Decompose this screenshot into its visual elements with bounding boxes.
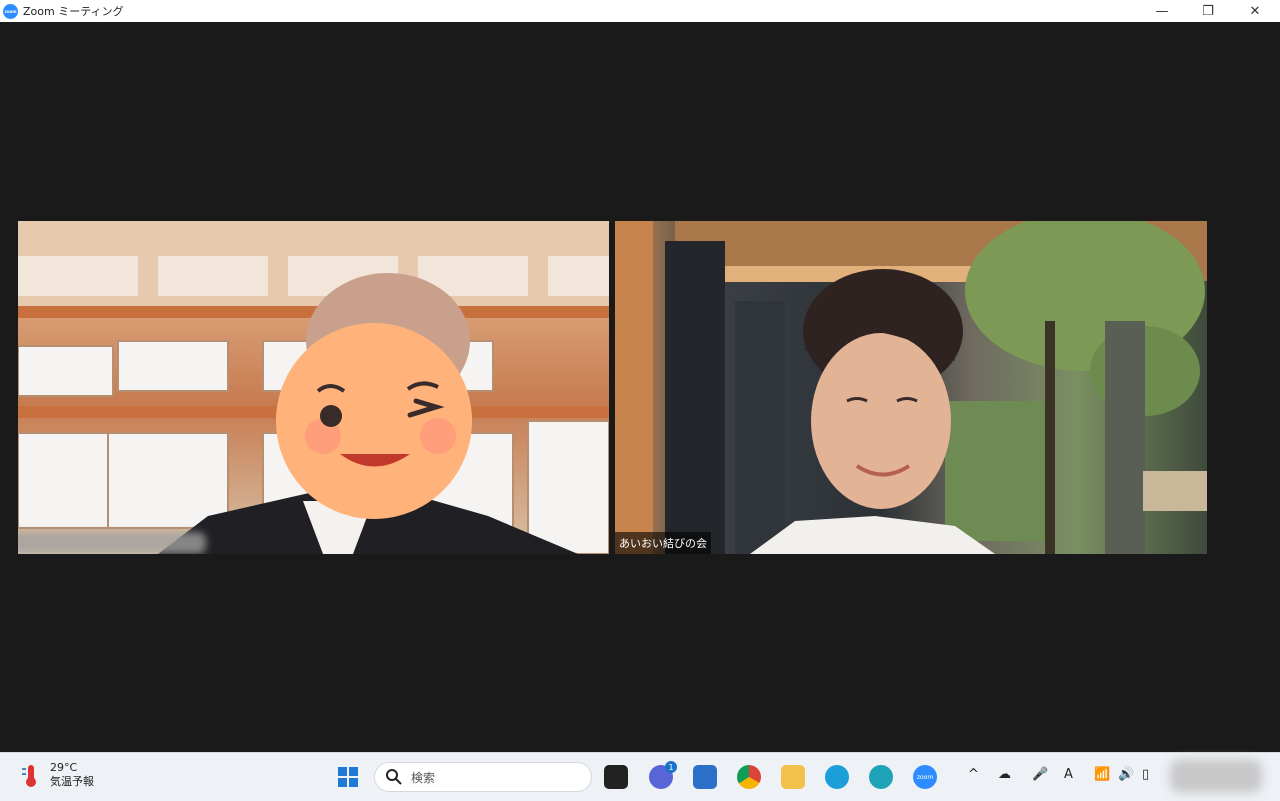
edge-icon[interactable] (869, 765, 893, 789)
search-placeholder: 検索 (411, 770, 436, 785)
search-icon (386, 769, 402, 785)
start-button[interactable] (336, 765, 360, 789)
clock-blurred[interactable] (1170, 759, 1262, 793)
participant-video-1 (18, 221, 609, 554)
windows-logo-icon (338, 767, 358, 787)
zoom-taskbar-icon[interactable]: zoom (913, 765, 937, 789)
task-view-icon[interactable] (604, 765, 628, 789)
meeting-stage: あいおい結びの会 (0, 22, 1280, 752)
battery-icon[interactable]: ▯ (1142, 767, 1149, 782)
windows-taskbar: 29°C 気温予報 検索 1 zoom ^ ☁ 🎤 A 📶 🔊 ▯ (0, 752, 1280, 801)
minimize-button[interactable]: — (1139, 0, 1185, 22)
participant-name-tag-blurred (18, 532, 206, 554)
close-button[interactable]: ✕ (1232, 0, 1278, 22)
chevron-up-icon[interactable]: ^ (968, 767, 979, 782)
participant-tile-2[interactable]: あいおい結びの会 (615, 221, 1207, 554)
help-icon[interactable] (825, 765, 849, 789)
onedrive-icon[interactable]: ☁ (998, 767, 1011, 782)
chat-badge: 1 (665, 761, 677, 773)
participant-name-tag: あいおい結びの会 (615, 532, 711, 554)
weather-label: 気温予報 (50, 775, 94, 788)
participant-tile-1[interactable] (18, 221, 609, 554)
file-explorer-icon[interactable] (781, 765, 805, 789)
ime-indicator[interactable]: A (1064, 767, 1073, 782)
microsoft-store-icon[interactable] (693, 765, 717, 789)
microphone-icon[interactable]: 🎤 (1032, 767, 1048, 782)
taskbar-search[interactable]: 検索 (374, 762, 592, 792)
wifi-icon[interactable]: 📶 (1094, 767, 1110, 782)
teams-chat-icon[interactable]: 1 (649, 761, 677, 789)
window-titlebar: zoom Zoom ミーティング — ❐ ✕ (0, 0, 1280, 23)
weather-temperature: 29°C (50, 761, 78, 774)
speaker-icon[interactable]: 🔊 (1118, 767, 1134, 782)
weather-widget[interactable]: 29°C 気温予報 (20, 761, 94, 789)
participant-video-2 (615, 221, 1207, 554)
zoom-logo-icon: zoom (3, 3, 18, 19)
restore-button[interactable]: ❐ (1185, 0, 1231, 22)
thermometer-icon (22, 765, 36, 787)
chrome-icon[interactable] (737, 765, 761, 789)
window-title: Zoom ミーティング (23, 5, 124, 18)
